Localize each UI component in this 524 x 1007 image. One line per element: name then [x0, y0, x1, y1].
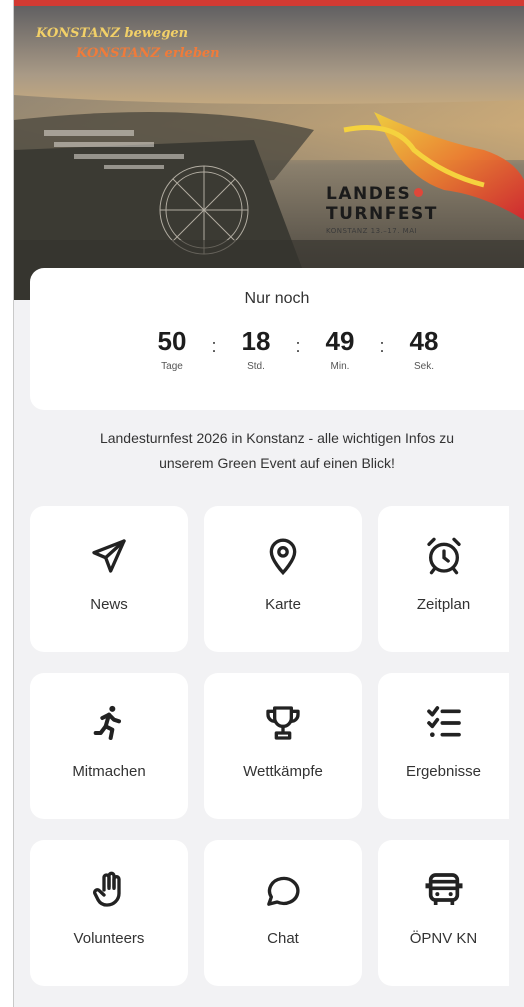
countdown-label: Std. [247, 361, 265, 372]
countdown-value: 18 [241, 326, 271, 356]
screen-margin [0, 0, 14, 1007]
tile-label: Mitmachen [72, 763, 146, 780]
running-person-icon [30, 703, 188, 743]
logo-dot-icon [414, 188, 424, 197]
countdown-hours: 18 Std. [226, 326, 286, 372]
tile-karte[interactable]: Karte [204, 506, 362, 652]
tile-label: Karte [265, 596, 301, 613]
tile-chat[interactable]: Chat [204, 840, 362, 986]
map-pin-icon [204, 536, 362, 576]
countdown-label: Sek. [413, 361, 434, 372]
logo-line-2: TURNFEST [326, 204, 438, 224]
tile-label: Zeitplan [416, 596, 471, 613]
countdown-value: 48 [409, 326, 439, 356]
tile-zeitplan[interactable]: Zeitplan [378, 506, 509, 652]
countdown-separator: : [379, 336, 385, 356]
countdown-days: 50 Tage [142, 326, 202, 372]
tile-news[interactable]: News [30, 506, 188, 652]
paper-plane-icon [30, 536, 188, 576]
countdown-seconds: 48 Sek. [394, 326, 454, 372]
countdown-title: Nur noch [244, 290, 310, 307]
tile-label: Wettkämpfe [243, 763, 323, 780]
tile-mitmachen[interactable]: Mitmachen [30, 673, 188, 819]
tile-ergebnisse[interactable]: Ergebnisse [378, 673, 509, 819]
countdown-separator: : [295, 336, 301, 356]
bus-icon [378, 870, 509, 910]
logo-date: KONSTANZ 13.–17. MAI [326, 227, 418, 235]
alarm-clock-icon [378, 536, 509, 576]
event-logo: LANDES TURNFEST KONSTANZ 13.–17. MAI [326, 184, 438, 235]
logo-line-1: LANDES [326, 184, 412, 204]
intro-text: Landesturnfest 2026 in Konstanz - alle w… [30, 426, 524, 476]
hero-photo [14, 0, 524, 300]
accent-bar [14, 0, 524, 6]
tile-volunteers[interactable]: Volunteers [30, 840, 188, 986]
tile-label: Ergebnisse [405, 763, 482, 780]
tile-wettkaempfe[interactable]: Wettkämpfe [204, 673, 362, 819]
tile-oepnv[interactable]: ÖPNV KN [378, 840, 509, 986]
intro-line-1: Landesturnfest 2026 in Konstanz - alle w… [99, 430, 455, 446]
intro-line-2: unserem Green Event auf einen Blick! [159, 455, 395, 471]
tile-label: ÖPNV KN [409, 930, 478, 947]
tile-label: News [90, 596, 128, 613]
countdown-value: 50 [157, 326, 187, 356]
countdown-minutes: 49 Min. [310, 326, 370, 372]
slogan-line-1: KONSTANZ bewegen [36, 26, 189, 41]
tile-label: Chat [267, 930, 299, 947]
app-screen: KONSTANZ bewegen KONSTANZ erleben LANDES… [14, 0, 524, 1007]
countdown-label: Tage [161, 361, 183, 372]
countdown-label: Min. [330, 361, 350, 372]
chat-bubble-icon [204, 870, 362, 910]
countdown-separator: : [211, 336, 217, 356]
countdown-value: 49 [325, 326, 355, 356]
slogan-line-2: KONSTANZ erleben [76, 46, 220, 61]
trophy-icon [204, 703, 362, 743]
checklist-icon [378, 703, 509, 743]
tile-label: Volunteers [73, 930, 145, 947]
hero-banner: KONSTANZ bewegen KONSTANZ erleben LANDES… [14, 0, 524, 300]
countdown-card: Nur noch 50 Tage : 18 Std. : 49 Min. : 4… [30, 268, 524, 410]
hand-icon [30, 870, 188, 910]
